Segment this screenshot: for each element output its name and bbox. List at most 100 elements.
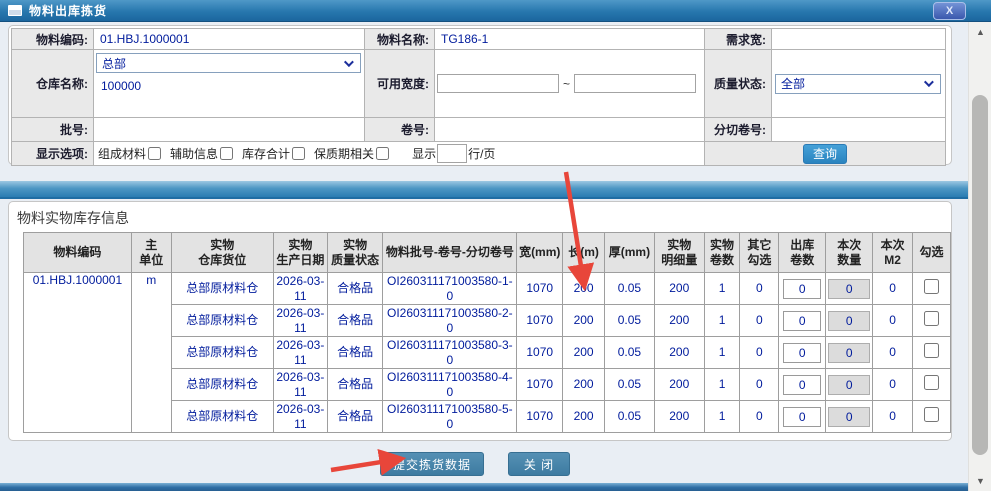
available-width-to-input[interactable] [574, 74, 696, 93]
width-cell: 1070 [517, 401, 563, 433]
required-width-label: 需求宽: [705, 29, 772, 50]
batch-value [94, 118, 365, 142]
rows-per-page-prefix: 显示 [412, 145, 436, 162]
roll-count-cell: 1 [704, 305, 740, 337]
column-header: 物料编码 [24, 233, 132, 273]
other-check-cell: 0 [740, 337, 779, 369]
inventory-section-title: 物料实物库存信息 [17, 208, 129, 228]
out-rolls-input[interactable] [783, 375, 821, 395]
rows-per-page-input[interactable] [437, 144, 467, 163]
thickness-cell: 0.05 [605, 401, 655, 433]
this-qty-input [828, 375, 870, 395]
out-rolls-input[interactable] [783, 407, 821, 427]
dialog: 物料出库拣货 X 物料编码: 01.HBJ.1000001 物料名称: TG18… [0, 0, 991, 491]
warehouse-code-value: 100000 [96, 73, 362, 93]
this-qty-cell [826, 369, 873, 401]
display-options-group: 组成材料辅助信息库存合计保质期相关 [98, 145, 398, 162]
filter-panel: 物料编码: 01.HBJ.1000001 物料名称: TG186-1 需求宽: … [8, 25, 952, 165]
detail-qty-cell: 200 [654, 305, 704, 337]
this-qty-cell [826, 305, 873, 337]
display-option-label: 辅助信息 [170, 145, 218, 162]
column-header: 勾选 [913, 233, 951, 273]
display-option: 组成材料 [98, 145, 161, 162]
width-cell: 1070 [517, 369, 563, 401]
display-option-checkbox[interactable] [376, 147, 389, 160]
quality-status-dropdown[interactable]: 全部 [775, 74, 941, 94]
title-bar: 物料出库拣货 X [0, 0, 991, 22]
display-option-checkbox[interactable] [148, 147, 161, 160]
length-cell: 200 [563, 273, 605, 305]
material-name-value: TG186-1 [435, 29, 705, 50]
close-button[interactable]: 关 闭 [508, 452, 570, 476]
out-rolls-input[interactable] [783, 279, 821, 299]
quality-status-value: 全部 [781, 75, 805, 92]
thickness-cell: 0.05 [605, 369, 655, 401]
material-name-label: 物料名称: [365, 29, 435, 50]
roll-count-cell: 1 [704, 369, 740, 401]
thickness-cell: 0.05 [605, 305, 655, 337]
warehouse-dropdown[interactable]: 总部 [96, 53, 361, 73]
inventory-table-body: 01.HBJ.1000001m总部原材料仓2026-03-11合格品OI2603… [24, 273, 951, 433]
column-header: 其它 勾选 [740, 233, 779, 273]
row-select-checkbox[interactable] [924, 375, 939, 390]
query-button[interactable]: 查询 [803, 144, 847, 164]
this-m2-cell: 0 [873, 273, 913, 305]
available-width-from-input[interactable] [437, 74, 559, 93]
display-option-checkbox[interactable] [292, 147, 305, 160]
warehouse-cell: 总部原材料仓 [171, 273, 273, 305]
scroll-up-icon[interactable]: ▲ [969, 24, 991, 40]
column-header: 实物 质量状态 [327, 233, 383, 273]
column-header: 长(m) [563, 233, 605, 273]
this-qty-input [828, 311, 870, 331]
display-option: 辅助信息 [170, 145, 233, 162]
thickness-cell: 0.05 [605, 273, 655, 305]
window-icon [8, 5, 22, 16]
this-m2-cell: 0 [873, 369, 913, 401]
submit-picking-button[interactable]: 提交拣货数据 [380, 452, 484, 476]
scroll-down-icon[interactable]: ▼ [969, 473, 991, 489]
prod-date-cell: 2026-03-11 [273, 305, 327, 337]
row-select-checkbox[interactable] [924, 311, 939, 326]
row-select-checkbox[interactable] [924, 279, 939, 294]
this-qty-input [828, 407, 870, 427]
material-code-label: 物料编码: [12, 29, 94, 50]
close-icon[interactable]: X [933, 2, 966, 20]
warehouse-cell: 总部原材料仓 [171, 401, 273, 433]
dialog-bottom-border [0, 483, 968, 491]
quality-cell: 合格品 [327, 401, 383, 433]
warehouse-cell: 总部原材料仓 [171, 337, 273, 369]
batch-roll-cell: OI260311171003580-1-0 [383, 273, 517, 305]
column-header: 实物 生产日期 [273, 233, 327, 273]
prod-date-cell: 2026-03-11 [273, 337, 327, 369]
quality-cell: 合格品 [327, 273, 383, 305]
row-select-cell [913, 273, 951, 305]
display-option-checkbox[interactable] [220, 147, 233, 160]
this-m2-cell: 0 [873, 305, 913, 337]
column-header: 厚(mm) [605, 233, 655, 273]
slit-roll-label: 分切卷号: [705, 118, 772, 142]
detail-qty-cell: 200 [654, 401, 704, 433]
filter-form: 物料编码: 01.HBJ.1000001 物料名称: TG186-1 需求宽: … [11, 28, 946, 166]
row-select-checkbox[interactable] [924, 343, 939, 358]
other-check-cell: 0 [740, 401, 779, 433]
display-options-cell: 组成材料辅助信息库存合计保质期相关 显示 行/页 [94, 142, 705, 166]
vertical-scrollbar[interactable]: ▲ ▼ [968, 22, 991, 491]
width-cell: 1070 [517, 305, 563, 337]
roll-label: 卷号: [365, 118, 435, 142]
roll-value [435, 118, 705, 142]
column-header: 主 单位 [131, 233, 171, 273]
roll-count-cell: 1 [704, 273, 740, 305]
warehouse-cell: 总部 100000 [94, 50, 365, 118]
scrollbar-thumb[interactable] [972, 95, 988, 455]
row-select-checkbox[interactable] [924, 407, 939, 422]
display-option-label: 组成材料 [98, 145, 146, 162]
out-rolls-input[interactable] [783, 311, 821, 331]
warehouse-dropdown-value: 总部 [102, 55, 126, 72]
out-rolls-input[interactable] [783, 343, 821, 363]
other-check-cell: 0 [740, 369, 779, 401]
required-width-value [772, 29, 946, 50]
chevron-down-icon [344, 57, 354, 67]
detail-qty-cell: 200 [654, 369, 704, 401]
unit-cell: m [131, 273, 171, 433]
row-select-cell [913, 337, 951, 369]
